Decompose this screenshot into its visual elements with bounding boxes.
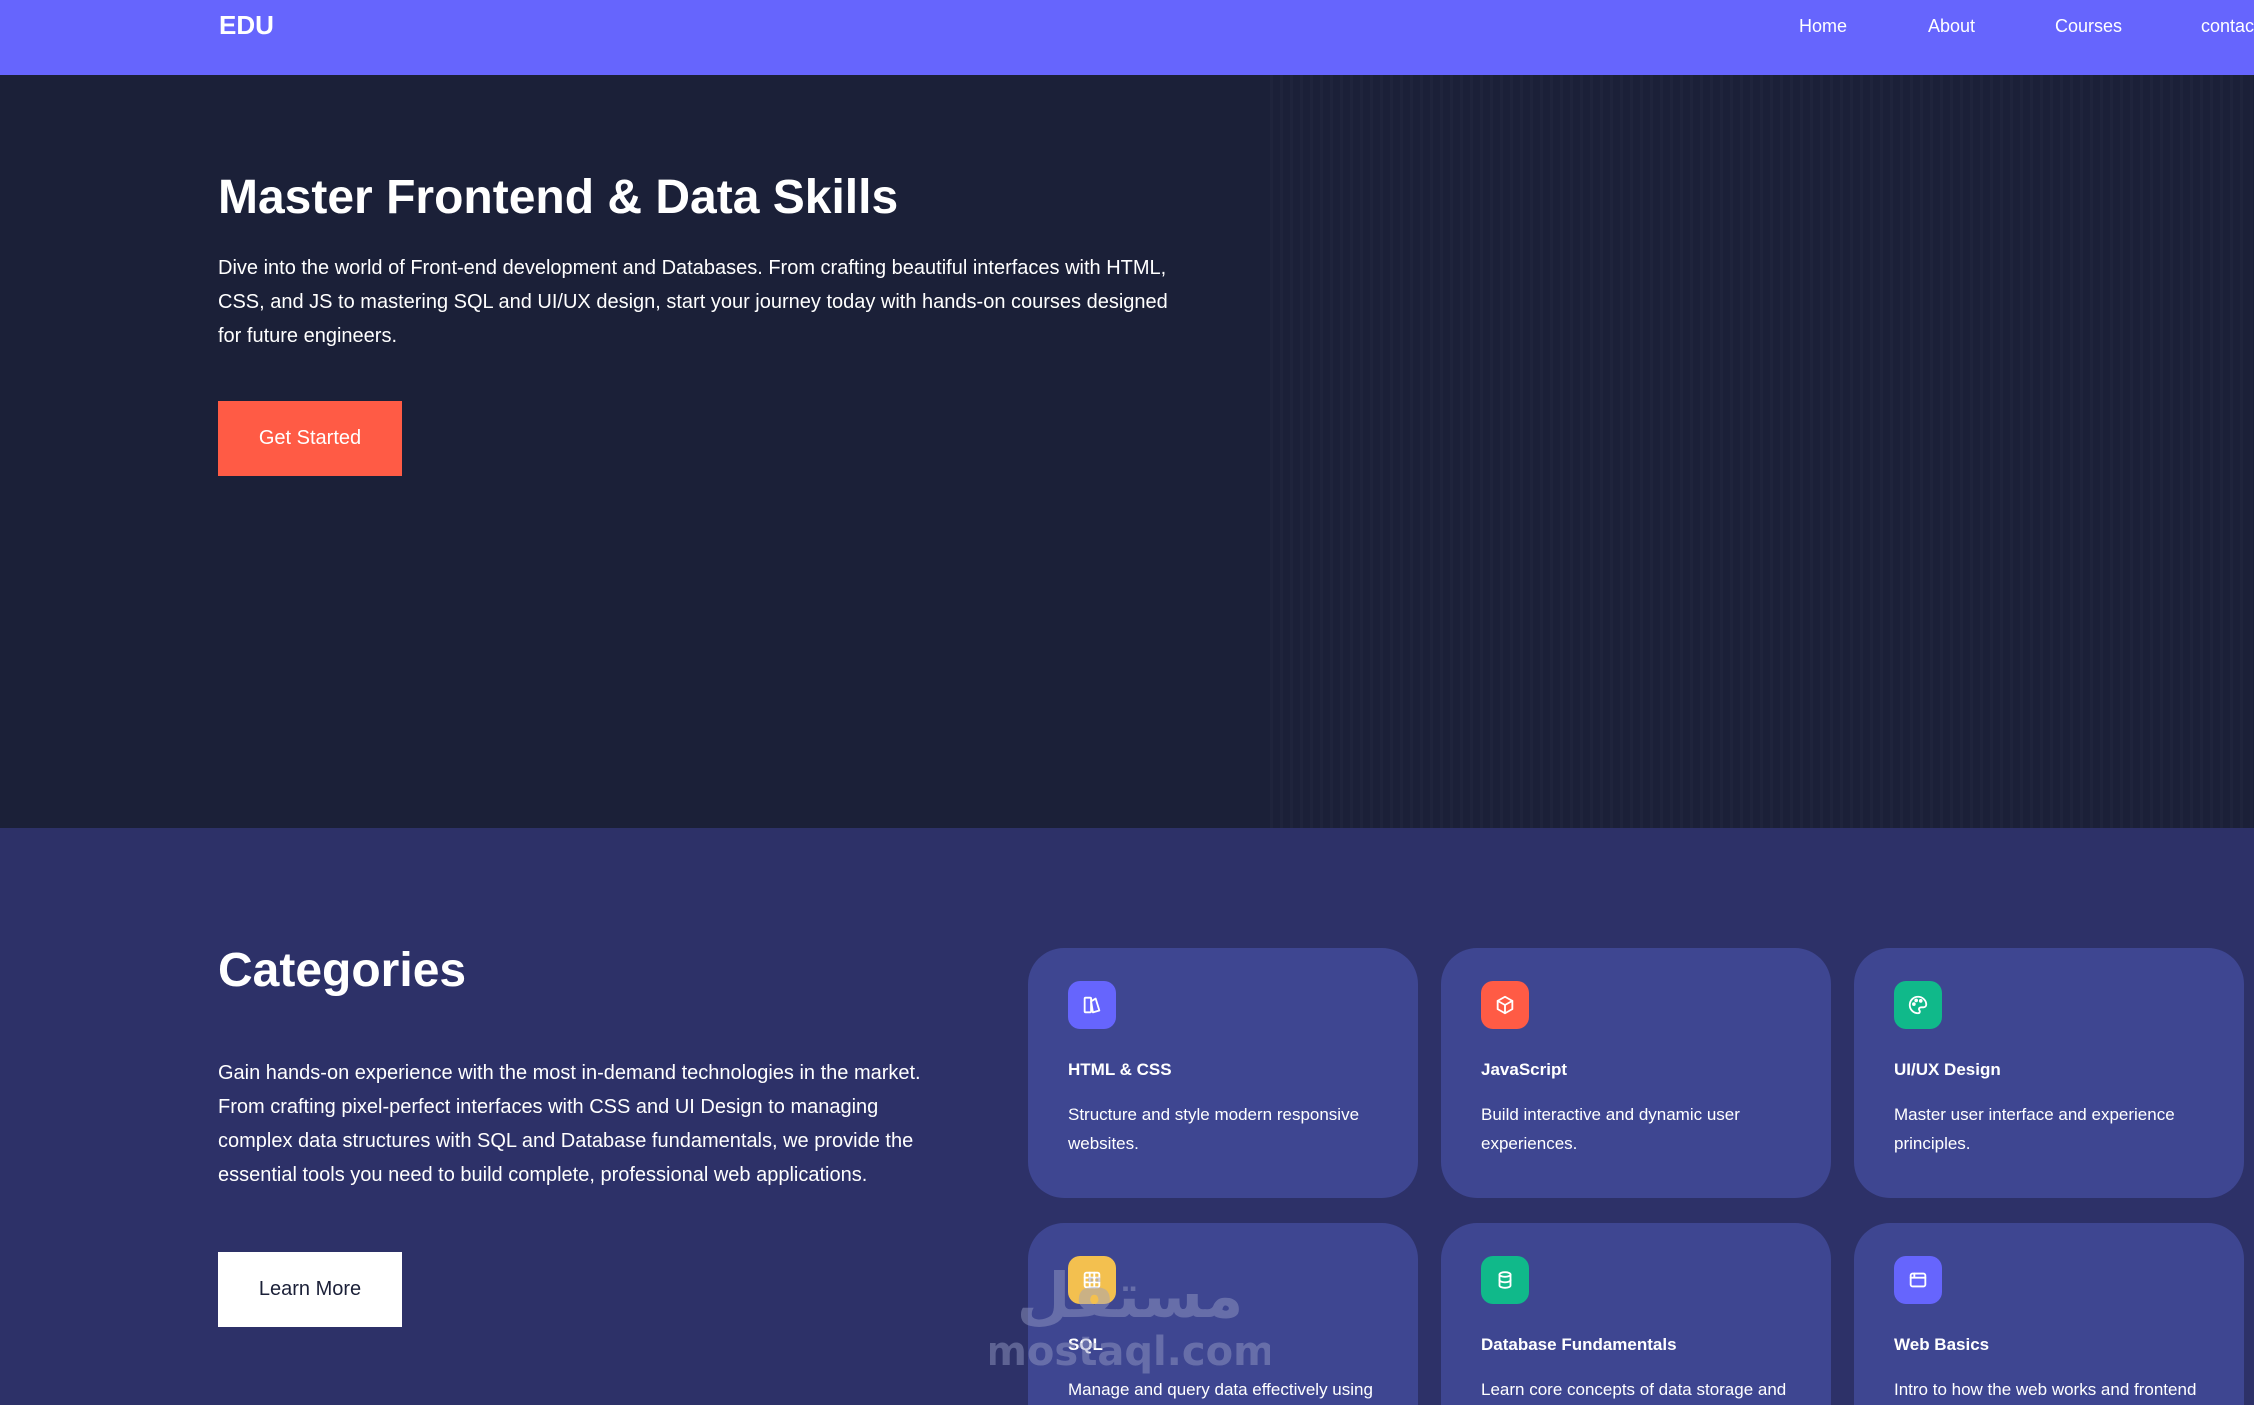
card-title: Web Basics: [1894, 1335, 1990, 1354]
watermark-latin: mostaql.com: [990, 1329, 1270, 1375]
palette-icon: [1894, 981, 1942, 1029]
hero-title: Master Frontend & Data Skills: [218, 171, 899, 224]
card-description: Build interactive and dynamic user exper…: [1481, 1105, 1740, 1153]
category-card-html-css[interactable]: HTML & CSS Structure and style modern re…: [1028, 948, 1418, 1198]
card-title: JavaScript: [1481, 1060, 1567, 1079]
database-icon: [1481, 1256, 1529, 1304]
hero-description: Dive into the world of Front-end develop…: [218, 257, 1168, 347]
navbar: EDU Home About Courses contact: [0, 0, 2254, 75]
learn-more-button[interactable]: Learn More: [218, 1252, 402, 1327]
category-card-database[interactable]: Database Fundamentals Learn core concept…: [1441, 1223, 1831, 1405]
nav-link-home[interactable]: Home: [1799, 16, 1847, 37]
card-description: Structure and style modern responsive we…: [1068, 1105, 1360, 1153]
card-description: Manage and query data effectively using: [1068, 1380, 1373, 1399]
mostaql-watermark: مستقل mostaql.com: [990, 1259, 1270, 1375]
categories-title: Categories: [218, 944, 467, 997]
category-card-ui-ux[interactable]: UI/UX Design Master user interface and e…: [1854, 948, 2244, 1198]
card-title: Database Fundamentals: [1481, 1335, 1677, 1354]
nav-link-about[interactable]: About: [1928, 16, 1975, 37]
nav-link-courses[interactable]: Courses: [2055, 16, 2122, 37]
page: EDU Home About Courses contact Master Fr…: [0, 0, 2254, 1405]
card-description: Master user interface and experience pri…: [1894, 1105, 2175, 1153]
category-card-javascript[interactable]: JavaScript Build interactive and dynamic…: [1441, 948, 1831, 1198]
hero-pattern: [1270, 75, 2254, 828]
watermark-arabic: مستقل: [1017, 1259, 1244, 1332]
category-card-web-basics[interactable]: Web Basics Intro to how the web works an…: [1854, 1223, 2244, 1405]
card-title: HTML & CSS: [1068, 1060, 1172, 1079]
palette-book-icon: [1068, 981, 1116, 1029]
hero-section: Master Frontend & Data Skills Dive into …: [0, 75, 2254, 828]
categories-description: Gain hands-on experience with the most i…: [218, 1062, 921, 1186]
logo[interactable]: EDU: [219, 10, 274, 41]
card-description: Intro to how the web works and frontend: [1894, 1380, 2197, 1399]
card-description: Learn core concepts of data storage and: [1481, 1380, 1787, 1399]
card-title: UI/UX Design: [1894, 1060, 2001, 1079]
browser-window-icon: [1894, 1256, 1942, 1304]
get-started-button[interactable]: Get Started: [218, 401, 402, 476]
nav-link-contact[interactable]: contact: [2201, 16, 2254, 37]
cube-icon: [1481, 981, 1529, 1029]
